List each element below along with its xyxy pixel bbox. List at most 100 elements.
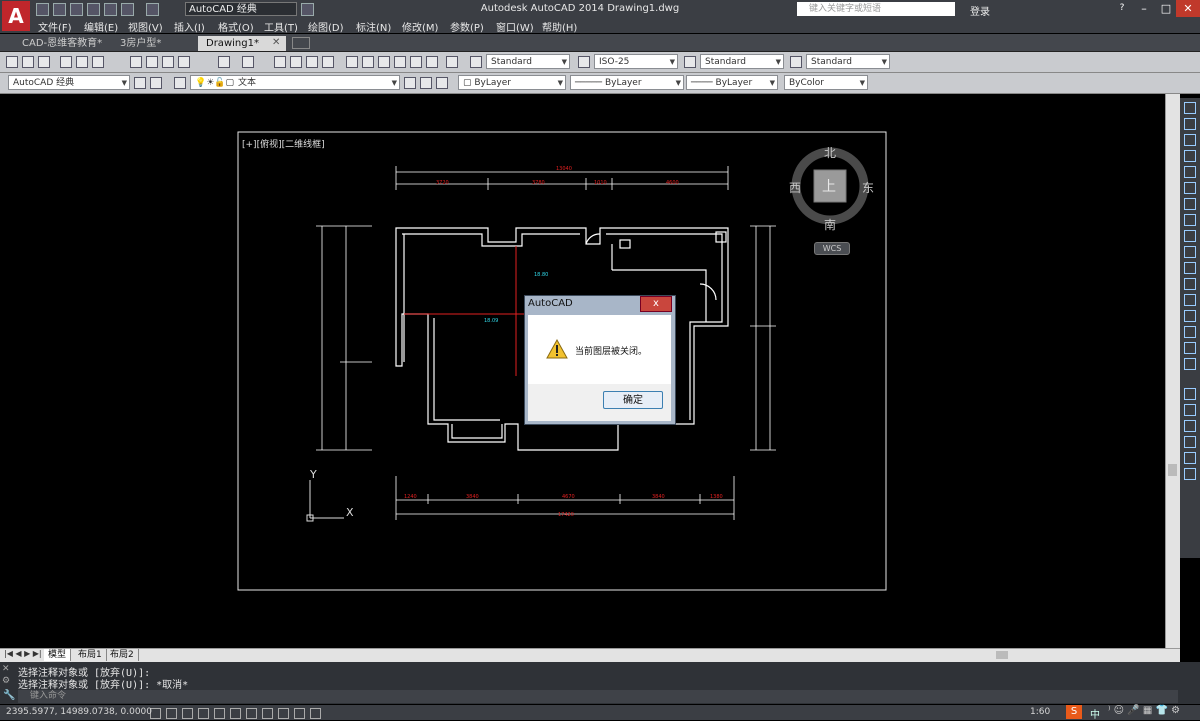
tab-layout1[interactable]: 布局1 — [74, 649, 107, 661]
command-input[interactable]: 键入命令 — [18, 690, 1178, 703]
tab-layout2[interactable]: 布局2 — [106, 649, 139, 661]
lineweight-toggle-icon[interactable] — [294, 708, 305, 719]
menu-modify[interactable]: 修改(M) — [402, 19, 438, 34]
ime-chinese-icon[interactable]: 中 — [1090, 706, 1100, 721]
save-as-icon[interactable] — [87, 3, 100, 16]
table-style-icon[interactable] — [684, 56, 696, 68]
ok-button[interactable]: 确定 — [603, 391, 663, 409]
make-current-layer-icon[interactable] — [404, 77, 416, 89]
blend-icon[interactable] — [1184, 342, 1196, 354]
text-style-combo[interactable]: Standard ▼ — [486, 54, 570, 69]
dim-style-combo[interactable]: ISO-25 ▼ — [594, 54, 678, 69]
new-icon[interactable] — [36, 3, 49, 16]
menu-view[interactable]: 视图(V) — [128, 19, 163, 34]
undo-icon[interactable] — [121, 3, 134, 16]
trim-icon[interactable] — [1184, 246, 1196, 258]
break-icon[interactable] — [1184, 278, 1196, 290]
close-button[interactable]: ✕ — [1176, 0, 1200, 17]
compass-south[interactable]: 南 — [824, 216, 836, 233]
properties-icon[interactable] — [346, 56, 358, 68]
viewport-controls-label[interactable]: [+][俯视][二维线框] — [242, 137, 325, 150]
draworder-below-icon[interactable] — [1184, 436, 1196, 448]
mleader-style-icon[interactable] — [790, 56, 802, 68]
menu-parametric[interactable]: 参数(P) — [450, 19, 484, 34]
dyn-icon[interactable] — [278, 708, 289, 719]
compass-north[interactable]: 北 — [824, 144, 836, 161]
copy-object-icon[interactable] — [1184, 118, 1196, 130]
compass-east[interactable]: 东 — [862, 179, 874, 196]
menu-tools[interactable]: 工具(T) — [264, 19, 298, 34]
stretch-icon[interactable] — [1184, 230, 1196, 242]
help-icon[interactable]: ? — [1110, 0, 1134, 17]
workspace-settings-icon[interactable] — [134, 77, 146, 89]
layer-states-icon[interactable] — [436, 77, 448, 89]
array-icon[interactable] — [1184, 166, 1196, 178]
color-combo[interactable]: ▢ ByLayer ▼ — [458, 75, 566, 90]
copy-icon[interactable] — [146, 56, 158, 68]
menu-edit[interactable]: 编辑(E) — [84, 19, 118, 34]
tool-palettes-icon[interactable] — [378, 56, 390, 68]
mirror-icon[interactable] — [1184, 134, 1196, 146]
print-icon[interactable] — [104, 3, 117, 16]
hscroll-thumb[interactable] — [996, 651, 1008, 659]
tab-model[interactable]: 模型 — [44, 649, 72, 661]
text-style-icon[interactable] — [470, 56, 482, 68]
compass-west[interactable]: 西 — [789, 179, 801, 196]
annotation-scale[interactable]: 1:60 — [1030, 707, 1050, 717]
workspace-combo[interactable]: AutoCAD 经典 — [185, 2, 297, 16]
polar-icon[interactable] — [214, 708, 225, 719]
close-tab-icon[interactable]: ✕ — [272, 37, 280, 48]
explode-icon[interactable] — [1184, 358, 1196, 370]
rotate-icon[interactable] — [1184, 198, 1196, 210]
tab-three-room[interactable]: 3房户型* — [112, 36, 198, 51]
redo-icon[interactable] — [242, 56, 254, 68]
fillet-icon[interactable] — [1184, 326, 1196, 338]
ducs-icon[interactable] — [262, 708, 273, 719]
sheet-set-icon[interactable] — [394, 56, 406, 68]
sogou-ime-icon[interactable]: S — [1066, 705, 1082, 719]
dim-style-icon[interactable] — [578, 56, 590, 68]
quickcalc-icon[interactable] — [426, 56, 438, 68]
open-icon[interactable] — [22, 56, 34, 68]
osnap-icon[interactable] — [230, 708, 241, 719]
snap-icon[interactable] — [166, 708, 177, 719]
menu-window[interactable]: 窗口(W) — [496, 19, 534, 34]
cmd-settings-icon[interactable]: ⚙ — [2, 676, 10, 686]
layer-combo[interactable]: 💡☀🔓▢ 文本 ▼ — [190, 75, 400, 90]
plot-icon[interactable] — [60, 56, 72, 68]
scroll-thumb[interactable] — [1168, 464, 1177, 476]
lineweight-combo[interactable]: ──── ByLayer ▼ — [686, 75, 778, 90]
menu-help[interactable]: 帮助(H) — [542, 19, 577, 34]
join-icon[interactable] — [1184, 294, 1196, 306]
ortho-icon[interactable] — [198, 708, 209, 719]
design-center-icon[interactable] — [362, 56, 374, 68]
zoom-previous-icon[interactable] — [322, 56, 334, 68]
table-style-combo[interactable]: Standard ▼ — [700, 54, 784, 69]
preview-icon[interactable] — [76, 56, 88, 68]
application-menu-button[interactable]: A — [2, 1, 30, 31]
markup-icon[interactable] — [410, 56, 422, 68]
cut-icon[interactable] — [130, 56, 142, 68]
offset-icon[interactable] — [1184, 150, 1196, 162]
new-tab-icon[interactable] — [292, 37, 310, 49]
move-icon[interactable] — [1184, 182, 1196, 194]
layer-previous-icon[interactable] — [420, 77, 432, 89]
mleader-style-combo[interactable]: Standard ▼ — [806, 54, 890, 69]
login-link[interactable]: 登录 — [970, 3, 990, 18]
redo-icon[interactable] — [146, 3, 159, 16]
publish-icon[interactable] — [92, 56, 104, 68]
save-icon[interactable] — [70, 3, 83, 16]
wcs-menu-button[interactable]: WCS — [814, 242, 850, 255]
menu-draw[interactable]: 绘图(D) — [308, 19, 344, 34]
menu-dimension[interactable]: 标注(N) — [356, 19, 391, 34]
menu-file[interactable]: 文件(F) — [38, 19, 72, 34]
draworder-front-icon[interactable] — [1184, 388, 1196, 400]
otrack-icon[interactable] — [246, 708, 257, 719]
help-icon[interactable] — [446, 56, 458, 68]
extend-icon[interactable] — [1184, 262, 1196, 274]
pan-icon[interactable] — [274, 56, 286, 68]
linetype-combo[interactable]: ───── ByLayer ▼ — [570, 75, 684, 90]
dialog-close-button[interactable]: x — [640, 296, 672, 312]
wrench-icon[interactable]: 🔧 — [3, 690, 15, 701]
dims-front-icon[interactable] — [1184, 468, 1196, 480]
